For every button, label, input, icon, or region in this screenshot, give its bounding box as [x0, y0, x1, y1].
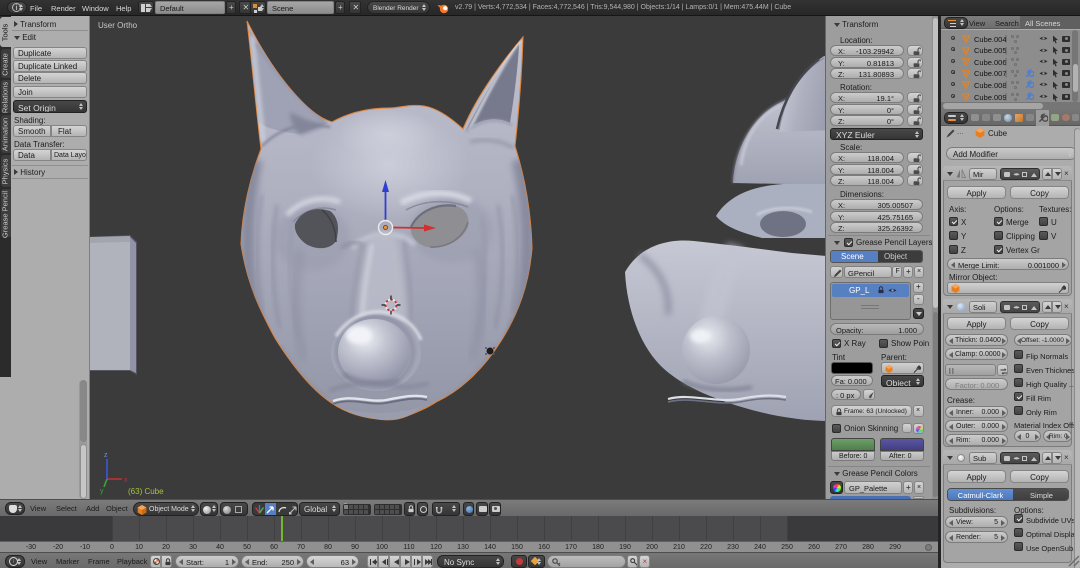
svg-text:x: x: [124, 477, 128, 484]
svg-text:User Ortho: User Ortho: [98, 21, 138, 30]
svg-text:y: y: [100, 488, 104, 495]
svg-text:(63) Cube: (63) Cube: [128, 487, 164, 496]
svg-text:z: z: [104, 452, 108, 459]
